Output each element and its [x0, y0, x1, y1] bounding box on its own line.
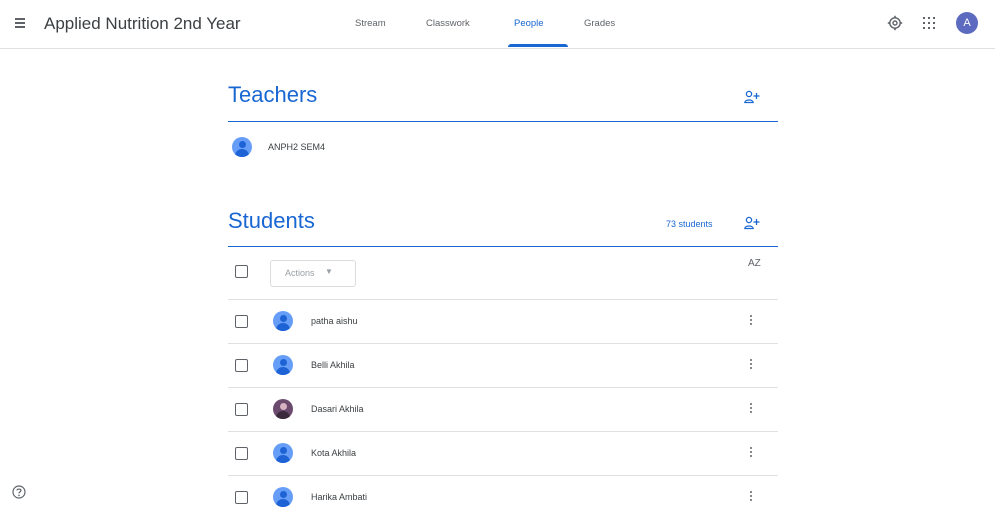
teachers-divider: [228, 121, 778, 122]
student-count: 73 students: [666, 219, 713, 229]
course-title[interactable]: Applied Nutrition 2nd Year: [44, 14, 241, 34]
tab-people[interactable]: People: [514, 18, 544, 29]
more-options-icon[interactable]: [745, 401, 757, 415]
student-checkbox[interactable]: [235, 447, 248, 460]
row-divider: [228, 299, 778, 300]
students-divider: [228, 246, 778, 247]
row-divider: [228, 431, 778, 432]
teacher-name: ANPH2 SEM4: [268, 142, 326, 152]
student-name: Harika Ambati: [311, 492, 368, 502]
student-name: Belli Akhila: [311, 360, 355, 370]
student-checkbox[interactable]: [235, 315, 248, 328]
invite-student-icon[interactable]: [744, 216, 760, 230]
row-divider: [228, 387, 778, 388]
apps-grid-icon[interactable]: [923, 17, 935, 29]
student-checkbox[interactable]: [235, 491, 248, 504]
student-avatar: [273, 311, 293, 331]
teachers-heading: Teachers: [228, 82, 318, 107]
invite-teacher-icon[interactable]: [744, 90, 760, 104]
chevron-down-icon: ▼: [325, 267, 333, 276]
menu-icon[interactable]: [12, 13, 32, 33]
more-options-icon[interactable]: [745, 357, 757, 371]
student-avatar: [273, 487, 293, 507]
active-tab-indicator: [508, 44, 568, 47]
actions-dropdown[interactable]: Actions ▼: [270, 260, 356, 287]
teacher-avatar: [232, 137, 252, 157]
help-icon[interactable]: [12, 485, 26, 499]
account-avatar[interactable]: A: [956, 12, 978, 34]
students-heading: Students: [228, 208, 315, 233]
student-avatar: [273, 355, 293, 375]
settings-icon[interactable]: [887, 15, 903, 31]
tab-stream[interactable]: Stream: [355, 18, 386, 29]
student-name: Dasari Akhila: [311, 404, 364, 414]
student-checkbox[interactable]: [235, 403, 248, 416]
actions-label: Actions: [285, 268, 315, 278]
row-divider: [228, 475, 778, 476]
student-name: patha aishu: [311, 316, 358, 326]
student-name: Kota Akhila: [311, 448, 357, 458]
sort-az-icon[interactable]: AZ: [748, 258, 761, 269]
more-options-icon[interactable]: [745, 445, 757, 459]
top-app-bar: Applied Nutrition 2nd Year Stream Classw…: [0, 0, 995, 49]
more-options-icon[interactable]: [745, 489, 757, 503]
row-divider: [228, 343, 778, 344]
tab-grades[interactable]: Grades: [584, 18, 615, 29]
select-all-checkbox[interactable]: [235, 265, 248, 278]
student-avatar-photo: [273, 399, 293, 419]
tab-classwork[interactable]: Classwork: [426, 18, 470, 29]
student-checkbox[interactable]: [235, 359, 248, 372]
more-options-icon[interactable]: [745, 313, 757, 327]
student-avatar: [273, 443, 293, 463]
